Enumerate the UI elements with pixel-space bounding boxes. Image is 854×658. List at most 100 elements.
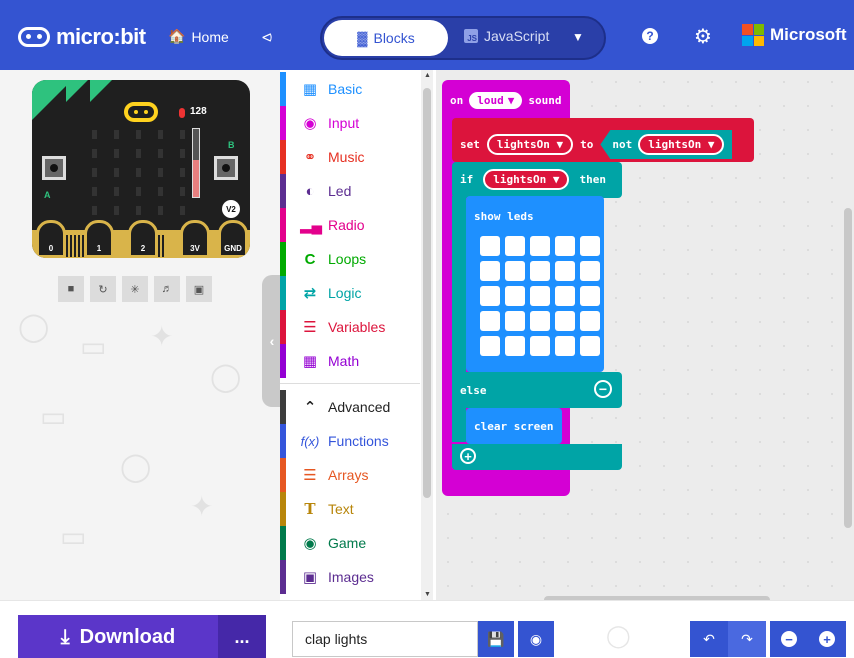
- toolbox-text[interactable]: T Text: [280, 492, 420, 526]
- variable-reporter[interactable]: lightsOn ▼: [483, 169, 570, 190]
- project-name-input[interactable]: [292, 621, 478, 657]
- scroll-up-icon[interactable]: ▲: [424, 72, 431, 79]
- debug-icon[interactable]: ✳: [122, 276, 148, 302]
- led-cell[interactable]: [580, 286, 600, 306]
- toolbox-functions[interactable]: f(x) Functions: [280, 424, 420, 458]
- led-cell[interactable]: [480, 261, 500, 281]
- led-cell[interactable]: [505, 311, 525, 331]
- toolbox-led[interactable]: ◐ Led: [280, 174, 420, 208]
- led-cell[interactable]: [580, 236, 600, 256]
- zoom-out-button[interactable]: −: [770, 621, 808, 657]
- github-icon[interactable]: ◉: [518, 621, 554, 657]
- microsoft-logo[interactable]: Microsoft: [742, 24, 847, 46]
- led-cell[interactable]: [505, 286, 525, 306]
- variable-reporter[interactable]: lightsOn ▼: [638, 134, 725, 155]
- remove-branch-icon[interactable]: −: [594, 380, 612, 398]
- led-cell[interactable]: [530, 236, 550, 256]
- toolbox-scrollbar[interactable]: ▲ ▼: [421, 70, 433, 600]
- led-cell[interactable]: [480, 336, 500, 356]
- led-cell[interactable]: [555, 311, 575, 331]
- tab-javascript[interactable]: JS JavaScript: [464, 28, 549, 44]
- toolbox-arrays[interactable]: ☰ Arrays: [280, 458, 420, 492]
- chevron-down-icon[interactable]: ▼: [572, 30, 584, 44]
- brand-logo[interactable]: micro:bit: [18, 24, 146, 50]
- led-cell[interactable]: [530, 286, 550, 306]
- toolbox-images[interactable]: ▣ Images: [280, 560, 420, 594]
- if-block[interactable]: if lightsOn ▼ then: [452, 162, 622, 198]
- pin-0[interactable]: 0: [36, 220, 66, 258]
- mute-icon[interactable]: ♬: [154, 276, 180, 302]
- led-cell[interactable]: [555, 286, 575, 306]
- toolbox-variables[interactable]: ☰ Variables: [280, 310, 420, 344]
- restart-icon[interactable]: ↻: [90, 276, 116, 302]
- download-options-button[interactable]: ...: [218, 615, 266, 658]
- led-cell[interactable]: [505, 336, 525, 356]
- set-variable-block[interactable]: set lightsOn ▼ to not lightsOn ▼: [452, 118, 754, 162]
- led-cell[interactable]: [580, 336, 600, 356]
- led-cell[interactable]: [530, 336, 550, 356]
- share-icon[interactable]: ⪦: [262, 26, 272, 47]
- toolbox-radio[interactable]: ▂▄ Radio: [280, 208, 420, 242]
- microbit-simulator[interactable]: 128 A B V2 0 1 2 3V GND: [32, 80, 250, 258]
- toolbox-basic[interactable]: ▦ Basic: [280, 72, 420, 106]
- led-cell[interactable]: [555, 336, 575, 356]
- led-editor-grid[interactable]: [480, 236, 600, 356]
- toolbox-music[interactable]: ⚭ Music: [280, 140, 420, 174]
- add-branch-icon[interactable]: +: [460, 448, 476, 464]
- button-a[interactable]: [42, 156, 66, 180]
- variable-dropdown[interactable]: lightsOn ▼: [486, 134, 574, 155]
- sound-dropdown[interactable]: loud ▼: [469, 92, 523, 109]
- clear-screen-block[interactable]: clear screen: [466, 408, 562, 444]
- scroll-down-icon[interactable]: ▼: [424, 591, 431, 598]
- led-cell[interactable]: [530, 261, 550, 281]
- stop-icon[interactable]: ■: [58, 276, 84, 302]
- gear-icon[interactable]: ⚙: [694, 24, 712, 49]
- led: [114, 206, 119, 215]
- save-icon[interactable]: 💾: [478, 621, 514, 657]
- not-block[interactable]: not lightsOn ▼: [600, 130, 733, 159]
- redo-icon[interactable]: ↷: [728, 621, 766, 657]
- pin-gnd[interactable]: GND: [218, 220, 248, 258]
- button-b[interactable]: [214, 156, 238, 180]
- sound-level-slider[interactable]: [192, 128, 200, 198]
- led-cell[interactable]: [480, 236, 500, 256]
- fullscreen-icon[interactable]: ▣: [186, 276, 212, 302]
- workspace-vertical-scrollbar[interactable]: [844, 208, 852, 528]
- help-icon[interactable]: ?: [642, 28, 658, 44]
- toolbox-game[interactable]: ◉ Game: [280, 526, 420, 560]
- led-cell[interactable]: [505, 261, 525, 281]
- led-cell[interactable]: [505, 236, 525, 256]
- pin-2[interactable]: 2: [128, 220, 158, 258]
- home-button[interactable]: 🏠 Home: [168, 28, 229, 45]
- zoom-in-button[interactable]: +: [808, 621, 846, 657]
- undo-icon[interactable]: ↶: [690, 621, 728, 657]
- toolbox-scroll-thumb[interactable]: [423, 88, 431, 498]
- toolbox-math[interactable]: ▦ Math: [280, 344, 420, 378]
- text-icon: T: [304, 500, 316, 518]
- simulator-panel: ◯ ▭ ✦ ◯ ▭ ◯ ✦ ▭ 128 A B V2 0 1 2 3V GND …: [0, 70, 280, 600]
- tab-blocks[interactable]: ▓ Blocks: [324, 20, 448, 56]
- led-cell[interactable]: [480, 311, 500, 331]
- show-leds-block[interactable]: show leds: [466, 196, 604, 372]
- logo-touch-icon[interactable]: [124, 102, 158, 122]
- led-cell[interactable]: [530, 311, 550, 331]
- led-cell[interactable]: [480, 286, 500, 306]
- led-cell[interactable]: [580, 311, 600, 331]
- led-cell[interactable]: [555, 261, 575, 281]
- pin-1[interactable]: 1: [84, 220, 114, 258]
- variable-name: lightsOn: [648, 138, 702, 151]
- toolbox-logic[interactable]: ⇄ Logic: [280, 276, 420, 310]
- pin-3v[interactable]: 3V: [180, 220, 210, 258]
- collapse-simulator-button[interactable]: ‹: [262, 275, 282, 407]
- download-button[interactable]: ⤓ Download: [18, 615, 218, 658]
- microphone-icon: [179, 108, 185, 118]
- led-matrix: [92, 130, 185, 215]
- led-cell[interactable]: [580, 261, 600, 281]
- toolbox-loops[interactable]: C Loops: [280, 242, 420, 276]
- toolbox-input[interactable]: ◉ Input: [280, 106, 420, 140]
- blocks-workspace[interactable]: on loud ▼ sound set lightsOn ▼ to not li…: [436, 70, 854, 600]
- microsoft-icon: [742, 24, 764, 46]
- toolbox-advanced[interactable]: ⌃ Advanced: [280, 390, 420, 424]
- else-block[interactable]: else −: [452, 372, 622, 408]
- led-cell[interactable]: [555, 236, 575, 256]
